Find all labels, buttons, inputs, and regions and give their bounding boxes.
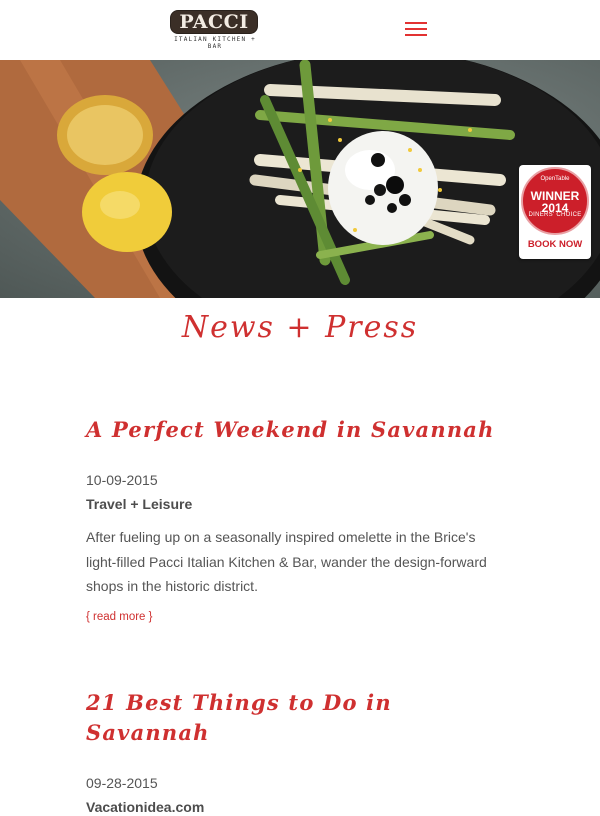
article-excerpt: After fueling up on a seasonally inspire… xyxy=(86,529,487,594)
menu-bar xyxy=(405,34,427,36)
read-more-link[interactable]: { read more } xyxy=(86,611,516,623)
hero-food-photo xyxy=(0,60,600,298)
logo-subtitle: ITALIAN KITCHEN + BAR xyxy=(174,36,256,50)
article-source: Vacationidea.com xyxy=(86,799,205,815)
hero-image: OpenTable WINNER 2014 DINERS' CHOICE BOO… xyxy=(0,60,600,298)
pacci-logo[interactable]: PACCI ITALIAN KITCHEN + BAR xyxy=(170,10,260,50)
award-seal: OpenTable WINNER 2014 DINERS' CHOICE xyxy=(521,167,589,235)
opentable-logo-text: OpenTable xyxy=(540,176,570,182)
page-title: News + Press xyxy=(181,310,419,345)
opentable-award-badge[interactable]: OpenTable WINNER 2014 DINERS' CHOICE BOO… xyxy=(519,165,591,259)
article-source: Travel + Leisure xyxy=(86,496,193,512)
article-date: 10-09-2015 xyxy=(86,472,158,488)
article-item: A Perfect Weekend in Savannah 10-09-2015… xyxy=(86,415,516,623)
article-title[interactable]: 21 Best Things to Do in Savannah xyxy=(86,688,516,748)
award-subtitle: DINERS' CHOICE xyxy=(528,212,582,218)
article-date: 09-28-2015 xyxy=(86,775,158,791)
site-header: PACCI ITALIAN KITCHEN + BAR xyxy=(0,0,600,60)
hamburger-menu-icon[interactable] xyxy=(405,20,427,38)
article-item: 21 Best Things to Do in Savannah 09-28-2… xyxy=(86,688,516,816)
book-now-button[interactable]: BOOK NOW xyxy=(519,239,591,250)
article-title[interactable]: A Perfect Weekend in Savannah xyxy=(86,415,516,445)
logo-wordmark: PACCI xyxy=(170,10,258,34)
menu-bar xyxy=(405,28,427,30)
award-title: WINNER 2014 xyxy=(530,189,580,215)
menu-bar xyxy=(405,22,427,24)
